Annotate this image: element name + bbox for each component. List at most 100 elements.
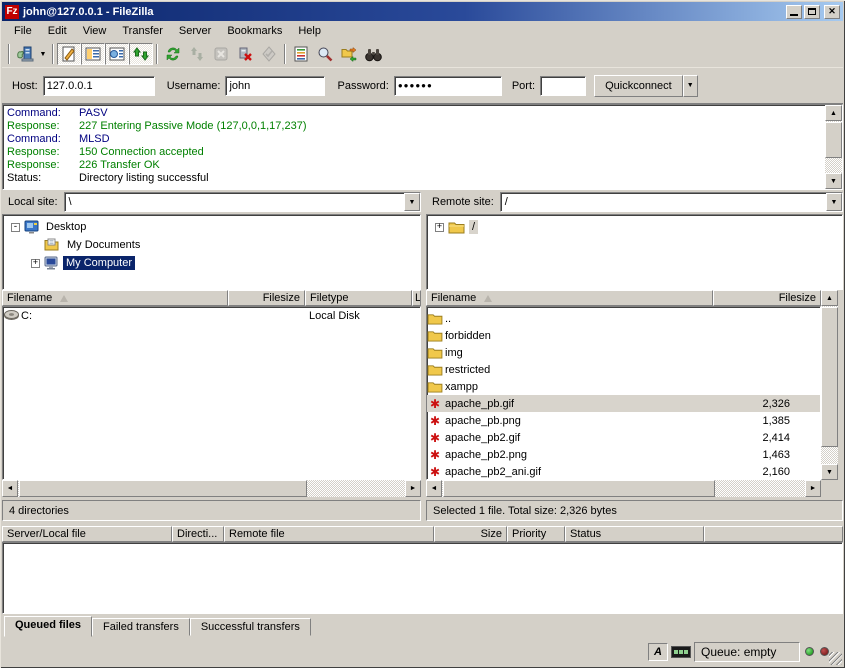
tree-item-my-computer[interactable]: + My Computer xyxy=(3,254,420,272)
queue-col-priority[interactable]: Priority xyxy=(507,526,565,542)
tab-successful-transfers[interactable]: Successful transfers xyxy=(190,618,311,636)
remote-site-bar: Remote site: / ▼ xyxy=(426,190,843,214)
toggle-message-log-button[interactable] xyxy=(57,43,81,65)
expand-icon[interactable]: + xyxy=(31,259,40,268)
menu-file[interactable]: File xyxy=(6,23,40,39)
refresh-button[interactable] xyxy=(161,43,185,65)
queue-col-size[interactable]: Size xyxy=(434,526,507,542)
local-hscrollbar-thumb[interactable] xyxy=(19,480,307,497)
local-row-filetype: Local Disk xyxy=(309,310,360,322)
queue-tabs: Queued files Failed transfers Successful… xyxy=(4,616,311,638)
file-row[interactable]: ✱ apache_pb2.png 1,463 xyxy=(427,446,820,463)
directory-comparison-button[interactable] xyxy=(313,43,337,65)
file-row[interactable]: .. xyxy=(427,310,820,327)
maximize-button[interactable] xyxy=(804,5,820,19)
activity-led-red xyxy=(820,647,829,656)
remote-file-list: .. forbidden img restricted xampp ✱ apac… xyxy=(426,306,821,480)
scroll-right-icon[interactable]: ► xyxy=(405,480,421,497)
quickconnect-button[interactable]: Quickconnect xyxy=(594,75,683,97)
file-row[interactable]: img xyxy=(427,344,820,361)
log-scrollbar[interactable]: ▲ ▼ xyxy=(825,105,842,189)
toggle-remote-tree-button[interactable] xyxy=(105,43,129,65)
local-row-c-drive[interactable]: C: Local Disk xyxy=(3,307,420,324)
file-row[interactable]: ✱ apache_pb.png 1,385 xyxy=(427,412,820,429)
reconnect-button[interactable] xyxy=(257,43,281,65)
local-site-combo[interactable]: \ ▼ xyxy=(64,192,421,212)
remote-hscrollbar[interactable]: ◄ ► xyxy=(426,480,821,497)
close-button[interactable]: ✕ xyxy=(824,5,840,19)
quickconnect-dropdown[interactable]: ▼ xyxy=(683,75,698,97)
resize-grip[interactable] xyxy=(829,652,842,665)
menu-bookmarks[interactable]: Bookmarks xyxy=(219,23,290,39)
local-col-filesize[interactable]: Filesize xyxy=(228,290,305,306)
remote-hscrollbar-thumb[interactable] xyxy=(443,480,715,497)
queue-col-serverlocal[interactable]: Server/Local file xyxy=(2,526,172,542)
local-list-header: Filename Filesize Filetype L xyxy=(2,290,421,306)
tree-item-desktop[interactable]: - Desktop xyxy=(3,218,420,236)
speed-limits-indicator[interactable] xyxy=(671,646,691,658)
file-row[interactable]: restricted xyxy=(427,361,820,378)
combo-dropdown-icon[interactable]: ▼ xyxy=(404,193,420,211)
menu-transfer[interactable]: Transfer xyxy=(114,23,171,39)
menu-edit[interactable]: Edit xyxy=(40,23,75,39)
scroll-up-icon[interactable]: ▲ xyxy=(825,105,842,121)
host-input[interactable]: 127.0.0.1 xyxy=(43,76,155,96)
cancel-button[interactable] xyxy=(209,43,233,65)
remote-vscrollbar[interactable]: ▲ ▼ xyxy=(821,290,838,480)
combo-dropdown-icon[interactable]: ▼ xyxy=(826,193,842,211)
file-row[interactable]: ✱ apache_pb2.gif 2,414 xyxy=(427,429,820,446)
log-scrollbar-thumb[interactable] xyxy=(825,122,842,158)
local-panel: Local site: \ ▼ - Desktop My Documents +… xyxy=(2,190,421,522)
file-row-selected[interactable]: ✱ apache_pb.gif 2,326 xyxy=(427,395,820,412)
site-manager-dropdown[interactable]: ▼ xyxy=(37,43,49,65)
toggle-transfer-queue-button[interactable] xyxy=(129,43,153,65)
menu-server[interactable]: Server xyxy=(171,23,219,39)
expand-icon[interactable]: + xyxy=(435,223,444,232)
remote-site-combo[interactable]: / ▼ xyxy=(500,192,843,212)
process-queue-button[interactable] xyxy=(185,43,209,65)
queue-col-status[interactable]: Status xyxy=(565,526,704,542)
scroll-left-icon[interactable]: ◄ xyxy=(2,480,18,497)
search-button[interactable] xyxy=(361,43,385,65)
file-row[interactable]: ✱ apache_pb2_ani.gif 2,160 xyxy=(427,463,820,480)
file-row[interactable]: forbidden xyxy=(427,327,820,344)
local-col-filetype[interactable]: Filetype xyxy=(305,290,412,306)
remote-col-filesize[interactable]: Filesize xyxy=(713,290,821,306)
queue-col-direction[interactable]: Directi... xyxy=(172,526,224,542)
site-manager-button[interactable] xyxy=(13,43,37,65)
port-input[interactable] xyxy=(540,76,586,96)
collapse-icon[interactable]: - xyxy=(11,223,20,232)
scroll-down-icon[interactable]: ▼ xyxy=(825,173,842,189)
scroll-left-icon[interactable]: ◄ xyxy=(426,480,442,497)
remote-status-bar: Selected 1 file. Total size: 2,326 bytes xyxy=(426,500,843,521)
remote-vscrollbar-thumb[interactable] xyxy=(821,307,838,447)
local-hscrollbar[interactable]: ◄ ► xyxy=(2,480,421,497)
remote-list-header: Filename Filesize xyxy=(426,290,821,306)
queue-col-remotefile[interactable]: Remote file xyxy=(224,526,434,542)
tab-queued-files[interactable]: Queued files xyxy=(4,616,92,637)
scroll-down-icon[interactable]: ▼ xyxy=(821,464,838,480)
quickconnect-bar: Host: 127.0.0.1 Username: john Password:… xyxy=(2,68,843,104)
toggle-local-tree-button[interactable] xyxy=(81,43,105,65)
remote-col-filename[interactable]: Filename xyxy=(426,290,713,306)
username-input[interactable]: john xyxy=(225,76,325,96)
menu-view[interactable]: View xyxy=(75,23,115,39)
disconnect-button[interactable] xyxy=(233,43,257,65)
tab-failed-transfers[interactable]: Failed transfers xyxy=(92,618,190,636)
disconnect-icon xyxy=(237,46,253,62)
password-input[interactable]: ●●●●●● xyxy=(394,76,502,96)
tree-item-my-documents[interactable]: My Documents xyxy=(3,236,420,254)
minimize-button[interactable] xyxy=(786,5,802,19)
synchronized-browsing-button[interactable] xyxy=(337,43,361,65)
scroll-right-icon[interactable]: ► xyxy=(805,480,821,497)
file-row[interactable]: xampp xyxy=(427,378,820,395)
remote-site-label: Remote site: xyxy=(432,196,494,208)
local-col-lastmodified[interactable]: L xyxy=(412,290,421,306)
local-col-filename[interactable]: Filename xyxy=(2,290,228,306)
close-icon: ✕ xyxy=(828,6,836,17)
menu-help[interactable]: Help xyxy=(290,23,329,39)
tree-item-root[interactable]: + / xyxy=(427,218,842,236)
scroll-up-icon[interactable]: ▲ xyxy=(821,290,838,306)
transfer-type-indicator[interactable]: A xyxy=(648,643,668,661)
filter-button[interactable] xyxy=(289,43,313,65)
